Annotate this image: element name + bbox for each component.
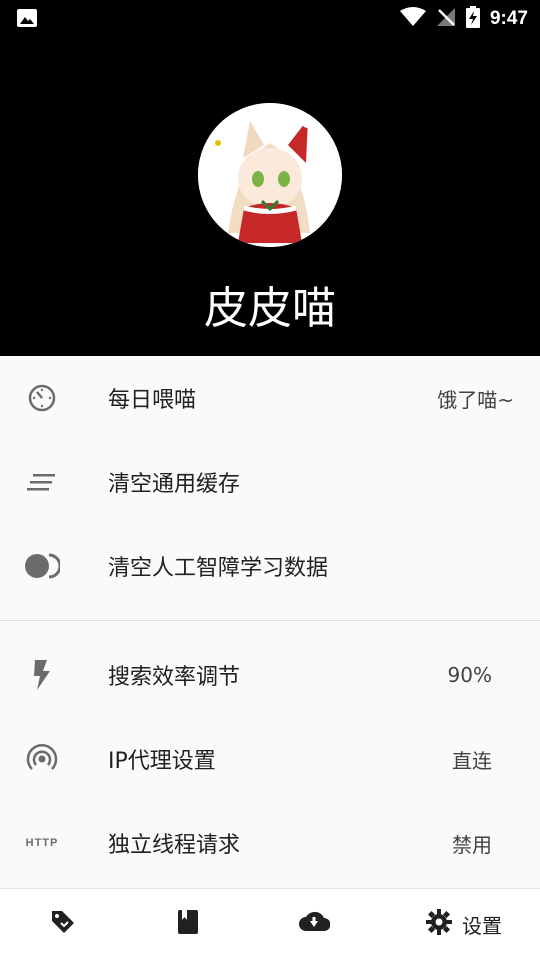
menu-row-thread-request[interactable]: HTTP 独立线程请求 禁用 (0, 801, 540, 885)
avatar[interactable] (198, 103, 342, 247)
bottom-nav: 设置 (0, 888, 540, 960)
menu-row-ip-proxy[interactable]: IP代理设置 直连 (0, 717, 540, 801)
timer-icon (24, 380, 60, 416)
menu-label: 搜索效率调节 (108, 665, 241, 690)
settings-list: 每日喂喵 饿了喵~ 清空通用缓存 清空人工智障学习数据 搜索效率调节 90% I… (0, 356, 540, 885)
image-notification-icon (16, 8, 38, 32)
menu-value: 直连 (452, 748, 492, 773)
menu-value: 90% (447, 663, 492, 687)
signal-icon (24, 741, 60, 777)
menu-row-clear-ai-data[interactable]: 清空人工智障学习数据 (0, 524, 540, 608)
nav-settings[interactable]: 设置 (426, 909, 502, 939)
menu-value: 饿了喵~ (437, 387, 514, 412)
nav-settings-label: 设置 (462, 913, 502, 938)
profile-header: 皮皮喵 (0, 36, 540, 356)
menu-label: IP代理设置 (108, 749, 216, 774)
cloud-download-icon (298, 909, 331, 937)
menu-value: 禁用 (452, 832, 492, 857)
divider (0, 620, 540, 621)
wifi-icon (399, 7, 426, 31)
menu-label: 清空人工智障学习数据 (108, 556, 329, 581)
menu-row-daily-feed[interactable]: 每日喂喵 饿了喵~ (0, 356, 540, 440)
nav-book[interactable] (177, 909, 199, 939)
flash-icon (24, 657, 60, 693)
menu-row-clear-cache[interactable]: 清空通用缓存 (0, 440, 540, 524)
http-icon: HTTP (25, 837, 59, 849)
clear-all-icon (24, 464, 60, 500)
gear-icon (426, 909, 452, 939)
nav-download[interactable] (298, 909, 331, 937)
menu-row-search-efficiency[interactable]: 搜索效率调节 90% (0, 633, 540, 717)
tag-icon (50, 909, 76, 939)
menu-label: 清空通用缓存 (108, 472, 241, 497)
menu-label: 每日喂喵 (108, 388, 197, 413)
clock: 9:47 (489, 8, 528, 29)
battery-charging-icon (465, 6, 480, 32)
no-signal-icon (436, 7, 456, 31)
username: 皮皮喵 (204, 283, 336, 334)
status-bar: 9:47 (0, 0, 540, 36)
book-icon (177, 909, 199, 939)
menu-label: 独立线程请求 (108, 833, 241, 858)
nav-tags[interactable] (50, 909, 76, 939)
toggle-icon (24, 548, 60, 584)
